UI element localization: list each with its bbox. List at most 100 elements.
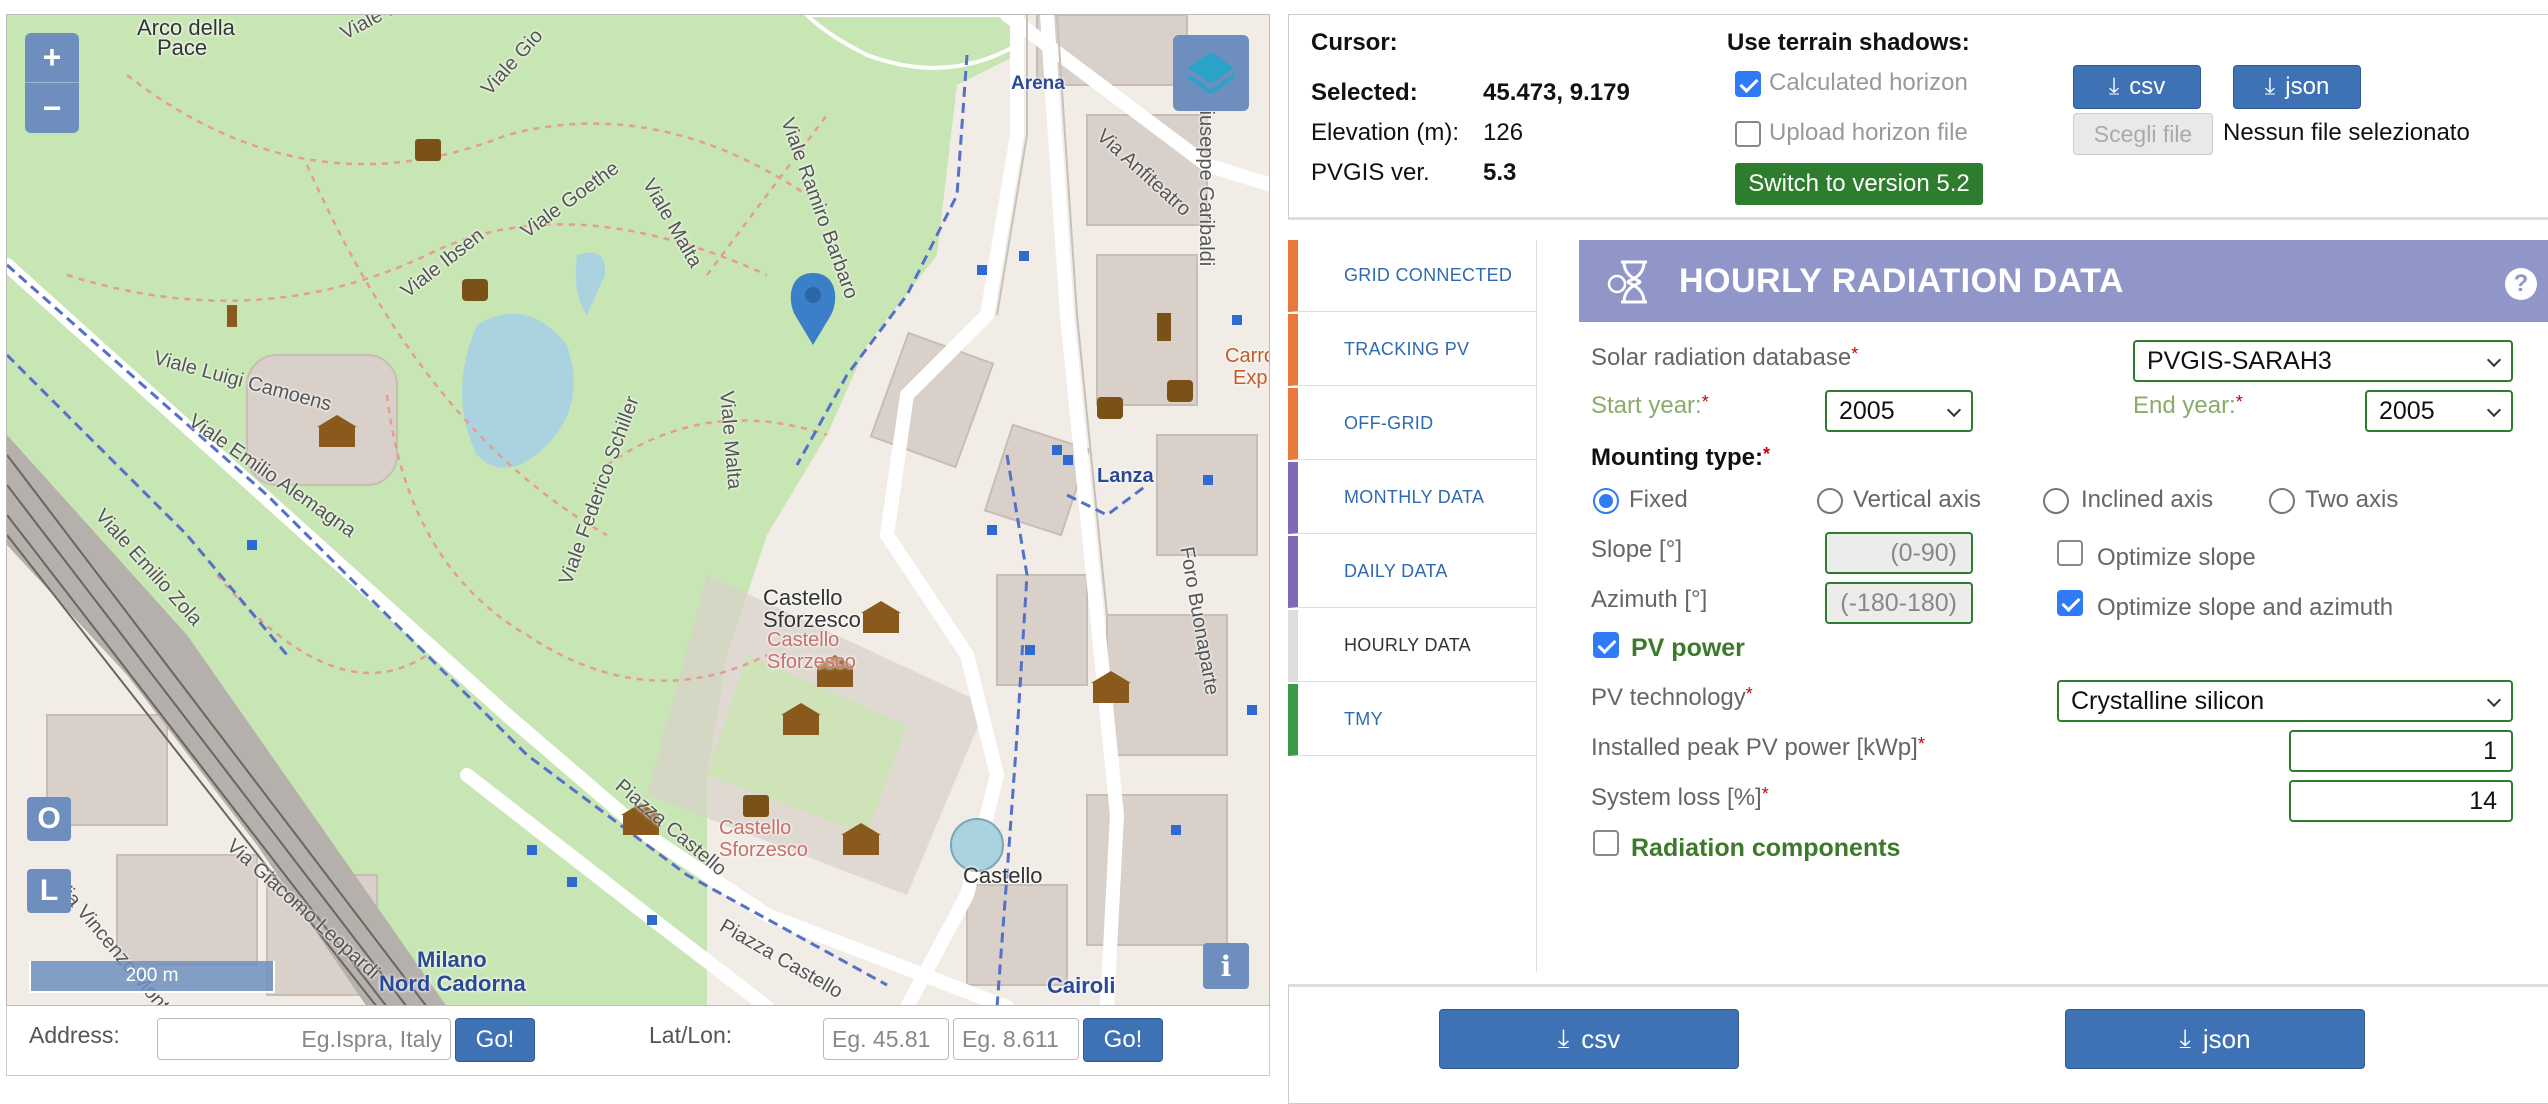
latlon-label: Lat/Lon: xyxy=(649,1022,733,1048)
tab-hourly-data[interactable]: HOURLY DATA xyxy=(1288,610,1536,682)
slope-input[interactable]: (0-90) xyxy=(1825,532,1973,574)
optimize-slope-checkbox[interactable] xyxy=(2057,540,2083,566)
map-view[interactable]: Arco della Pace Viale Malta Viale Gio Ar… xyxy=(6,14,1270,1006)
horizon-json-button[interactable]: ⤓ json xyxy=(2233,65,2361,109)
download-csv-label: csv xyxy=(1581,1023,1621,1054)
mount-two-radio[interactable] xyxy=(2269,488,2295,514)
hourly-form: HOURLY RADIATION DATA ? Solar radiation … xyxy=(1536,240,2548,972)
latlon-go-button[interactable]: Go! xyxy=(1083,1018,1163,1062)
info-panel: Cursor: Selected: 45.473, 9.179 Elevatio… xyxy=(1288,14,2548,220)
info-button[interactable]: i xyxy=(1203,943,1249,989)
mount-two-label: Two axis xyxy=(2305,486,2399,513)
zoom-out-button[interactable]: − xyxy=(25,83,79,133)
pv-tech-label: PV technology* xyxy=(1591,684,1753,711)
calculated-horizon-label: Calculated horizon xyxy=(1769,69,1968,96)
address-bar: Address: Eg.Ispra, Italy Go! Lat/Lon: Eg… xyxy=(6,1006,1270,1076)
selected-value: 45.473, 9.179 xyxy=(1483,79,1630,106)
end-year-select[interactable]: 2005 xyxy=(2365,390,2513,432)
elevation-label: Elevation (m): xyxy=(1311,119,1460,146)
download-icon: ⤓ xyxy=(1557,1023,1570,1053)
map-label-arena: Arena xyxy=(1011,73,1065,94)
download-json-label: json xyxy=(2202,1023,2251,1054)
tab-monthly-data[interactable]: MONTHLY DATA xyxy=(1288,462,1536,534)
solar-db-select[interactable]: PVGIS-SARAH3 xyxy=(2133,340,2513,382)
lat-input[interactable]: Eg. 45.81 xyxy=(823,1018,949,1060)
download-csv-button[interactable]: ⤓ csv xyxy=(1439,1009,1739,1069)
zoom-in-button[interactable]: + xyxy=(25,33,79,83)
map-label-pace: Pace xyxy=(157,35,208,60)
upload-horizon-label: Upload horizon file xyxy=(1769,119,1968,146)
no-file-label: Nessun file selezionato xyxy=(2223,119,2470,146)
map-label-garibaldi: Giuseppe Garibaldi xyxy=(1195,95,1217,267)
mount-vertical-radio[interactable] xyxy=(1817,488,1843,514)
map-label-nord-cadorna: Nord Cadorna xyxy=(379,971,526,996)
layers-button[interactable] xyxy=(1173,35,1249,111)
help-icon[interactable]: ? xyxy=(2505,268,2537,300)
mounting-label: Mounting type:* xyxy=(1591,444,1770,471)
cursor-label: Cursor: xyxy=(1311,29,1398,56)
optimize-both-checkbox[interactable] xyxy=(2057,590,2083,616)
layers-icon xyxy=(1186,52,1236,95)
solar-db-label: Solar radiation database* xyxy=(1591,344,1859,371)
chevron-down-icon xyxy=(2486,352,2502,368)
horizon-csv-button[interactable]: ⤓ csv xyxy=(2073,65,2201,109)
mount-inclined-radio[interactable] xyxy=(2043,488,2069,514)
map-label-cairoli: Cairoli xyxy=(1047,973,1116,998)
elevation-value: 126 xyxy=(1483,119,1524,146)
map-label-exp: Exp xyxy=(1233,367,1268,389)
tab-tmy[interactable]: TMY xyxy=(1288,684,1536,756)
pv-tech-select[interactable]: Crystalline silicon xyxy=(2057,680,2513,722)
mount-vertical-label: Vertical axis xyxy=(1853,486,1982,513)
upload-horizon-checkbox[interactable] xyxy=(1735,121,1761,147)
radiation-components-checkbox[interactable] xyxy=(1593,830,1619,856)
address-label: Address: xyxy=(29,1022,120,1048)
mount-inclined-label: Inclined axis xyxy=(2081,486,2214,513)
system-loss-label: System loss [%]* xyxy=(1591,784,1769,811)
radiation-components-label: Radiation components xyxy=(1631,834,1901,862)
pvgis-value: 5.3 xyxy=(1483,159,1517,186)
zoom-control: + − xyxy=(25,33,79,133)
map-o-button[interactable]: O xyxy=(27,797,71,841)
chevron-down-icon xyxy=(2486,692,2502,708)
form-header: HOURLY RADIATION DATA ? xyxy=(1579,240,2548,322)
peak-power-input[interactable]: 1 xyxy=(2289,730,2513,772)
map-l-button[interactable]: L xyxy=(27,869,71,913)
address-input[interactable]: Eg.Ispra, Italy xyxy=(157,1018,451,1060)
tab-tracking-pv[interactable]: TRACKING PV xyxy=(1288,314,1536,386)
tab-off-grid[interactable]: OFF-GRID xyxy=(1288,388,1536,460)
chevron-down-icon xyxy=(1946,402,1962,418)
chevron-down-icon xyxy=(2486,402,2502,418)
tab-daily-data[interactable]: DAILY DATA xyxy=(1288,536,1536,608)
system-loss-input[interactable]: 14 xyxy=(2289,780,2513,822)
lon-input[interactable]: Eg. 8.611 xyxy=(953,1018,1079,1060)
switch-version-button[interactable]: Switch to version 5.2 xyxy=(1735,163,1983,205)
map-tiles[interactable] xyxy=(7,15,1270,1006)
download-icon: ⤓ xyxy=(2179,1023,2191,1053)
end-year-label: End year:* xyxy=(2133,392,2243,419)
peak-power-label: Installed peak PV power [kWp]* xyxy=(1591,734,1925,761)
download-bar: ⤓ csv ⤓ json xyxy=(1288,984,2548,1104)
azimuth-label: Azimuth [°] xyxy=(1591,586,1708,613)
scale-bar: 200 m xyxy=(29,961,275,993)
horizon-json-label: json xyxy=(2285,73,2330,100)
terrain-title: Use terrain shadows: xyxy=(1727,29,1970,56)
tab-grid-connected[interactable]: GRID CONNECTED xyxy=(1288,240,1536,312)
map-label-lanza: Lanza xyxy=(1097,465,1154,487)
hourglass-icon xyxy=(1607,260,1647,304)
mount-fixed-radio[interactable] xyxy=(1593,488,1619,514)
azimuth-input[interactable]: (-180-180) xyxy=(1825,582,1973,624)
address-go-button[interactable]: Go! xyxy=(455,1018,535,1062)
pv-power-checkbox[interactable] xyxy=(1593,632,1619,658)
map-label-castello-3: Castello Sforzesco xyxy=(719,817,808,861)
slope-label: Slope [°] xyxy=(1591,536,1682,563)
calculated-horizon-checkbox[interactable] xyxy=(1735,71,1761,97)
map-label-milano: Milano xyxy=(417,947,487,972)
form-title: HOURLY RADIATION DATA xyxy=(1679,262,2124,300)
start-year-select[interactable]: 2005 xyxy=(1825,390,1973,432)
selected-label: Selected: xyxy=(1311,79,1418,106)
map-label-castello-1: Castello Sforzesco xyxy=(763,585,861,632)
choose-file-button[interactable]: Scegli file xyxy=(2073,113,2213,155)
download-icon: ⤓ xyxy=(2108,73,2120,100)
download-json-button[interactable]: ⤓ json xyxy=(2065,1009,2365,1069)
map-label-castello-small: Castello xyxy=(963,863,1043,888)
